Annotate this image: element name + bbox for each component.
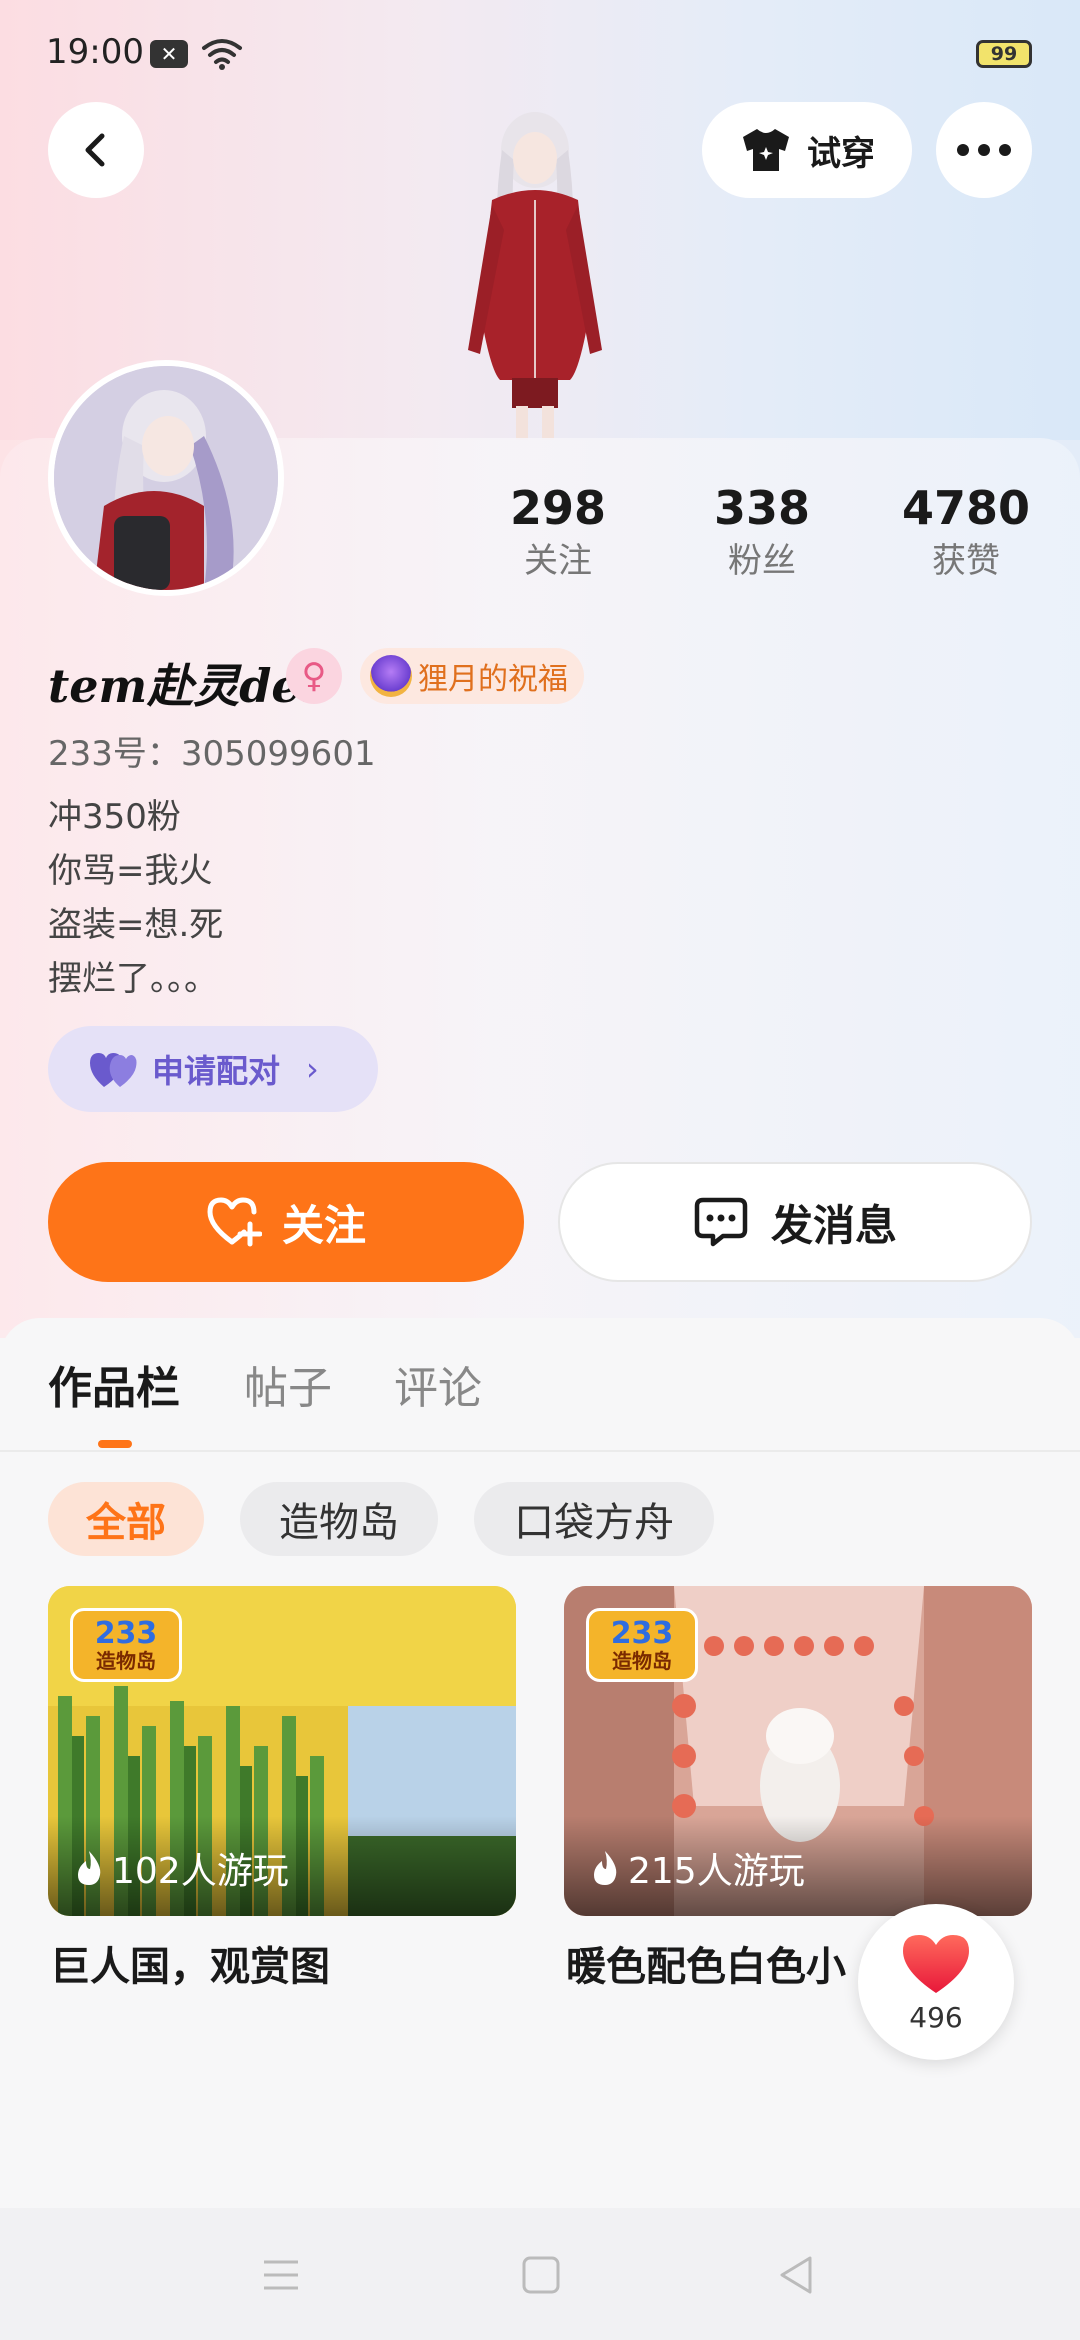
heart-plus-icon [207,1197,262,1247]
notification-icon: ✕ [150,40,188,68]
stat-likes-label: 获赞 [932,541,1000,581]
shirt-icon [743,129,789,171]
play-count-label: 215人游玩 [628,1851,805,1892]
tab-posts[interactable]: 帖子 [244,1352,332,1416]
play-count-label: 102人游玩 [112,1851,289,1892]
chevron-left-icon [85,133,105,167]
logo-number: 233 [94,1616,158,1651]
stat-followers-value: 338 [713,481,811,535]
status-time: 19:00 [46,32,144,72]
avatar[interactable] [48,360,284,596]
tab-indicator [98,1440,132,1448]
logo-text: 造物岛 [96,1649,156,1673]
bio-line: 摆烂了。。。 [48,959,218,999]
stat-following-value: 298 [509,481,607,535]
chevron-right-icon: › [306,1050,319,1088]
stat-likes-value: 4780 [901,481,1031,535]
back-triangle-icon[interactable] [772,2250,822,2300]
stat-followers-label: 粉丝 [728,541,796,581]
user-id: 233号：305099601 [48,734,376,774]
wifi-icon [202,39,242,70]
more-dots-icon [957,144,1011,156]
more-button[interactable] [936,102,1032,198]
flame-icon [78,1851,101,1885]
nickname: tem赴灵der [48,659,325,713]
work-card-thumbnail[interactable]: 233 造物岛 102人游玩 [48,1586,516,1916]
battery-icon: 99 [976,40,1032,68]
stat-followers[interactable]: 338 粉丝 [682,480,842,586]
flame-icon [594,1851,617,1885]
stat-following[interactable]: 298 关注 [478,480,638,586]
bio-line: 冲350粉 [48,797,181,837]
play-count: 102人游玩 [74,1842,289,1894]
filter-pocket-ark[interactable]: 口袋方舟 [474,1482,714,1556]
message-button[interactable]: 发消息 [558,1162,1032,1282]
filter-all[interactable]: 全部 [48,1482,204,1556]
title-badge[interactable]: 狸月的祝福 [360,648,584,704]
pair-request-label: 申请配对 [152,1052,281,1090]
play-count: 215人游玩 [590,1842,805,1894]
tab-comments[interactable]: 评论 [394,1352,482,1416]
title-badge-icon [370,655,412,697]
logo-text: 造物岛 [612,1649,672,1673]
follow-button[interactable]: 关注 [48,1162,524,1282]
work-title[interactable]: 暖色配色白色小 [566,1934,846,1992]
character-figure [468,112,602,440]
creation-island-logo: 233 造物岛 [586,1608,698,1682]
creation-island-logo: 233 造物岛 [70,1608,182,1682]
filter-creation-island[interactable]: 造物岛 [240,1482,438,1556]
heart-icon [903,1934,969,1993]
menu-icon[interactable] [256,2250,306,2300]
logo-number: 233 [610,1616,674,1651]
like-count: 496 [909,2000,963,2034]
stat-likes[interactable]: 4780 获赞 [886,480,1046,586]
avatar-image [54,366,278,590]
pair-request-button[interactable]: 申请配对 › [48,1026,378,1112]
message-label: 发消息 [770,1200,897,1250]
tab-divider [0,1450,1080,1452]
stat-following-label: 关注 [524,541,592,581]
home-icon[interactable] [516,2250,566,2300]
back-button[interactable] [48,102,144,198]
bio-line: 你骂=我火 [48,851,213,891]
double-heart-icon [90,1053,137,1087]
title-badge-label: 狸月的祝福 [418,662,568,697]
follow-label: 关注 [281,1200,366,1250]
try-on-label: 试穿 [807,133,875,174]
like-button[interactable]: 496 [858,1904,1014,2060]
chat-bubble-icon [694,1197,748,1247]
work-card-thumbnail[interactable]: 233 造物岛 215人游玩 [564,1586,1032,1916]
bio: 冲350粉 你骂=我火 盗装=想.死 摆烂了。。。 [48,790,223,1006]
try-on-button[interactable]: 试穿 [702,102,912,198]
work-title[interactable]: 巨人国，观赏图 [50,1934,330,1992]
tab-works[interactable]: 作品栏 [48,1352,180,1416]
female-icon: ♀ [286,648,342,704]
bio-line: 盗装=想.死 [48,905,224,945]
